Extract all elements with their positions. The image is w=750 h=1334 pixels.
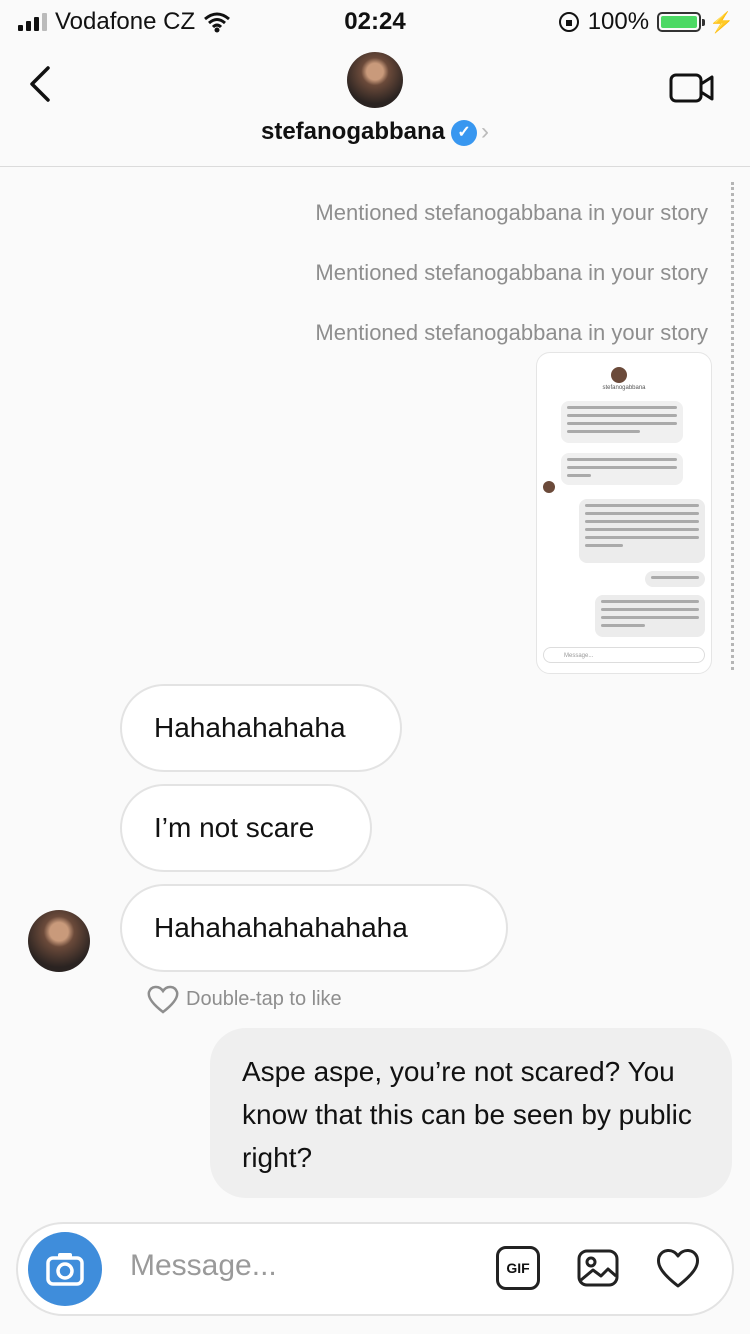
outgoing-message-bubble[interactable]: Aspe aspe, you’re not scared? You know t… xyxy=(210,1028,732,1198)
message-bubble[interactable]: Hahahahahahahaha xyxy=(120,884,508,972)
story-name: stefanogabbana xyxy=(602,385,646,391)
story-message xyxy=(561,401,683,443)
message-composer: GIF xyxy=(16,1222,734,1316)
story-mention: Mentioned stefanogabbana in your story xyxy=(315,200,708,225)
chat-header: stefanogabbana ✓ › xyxy=(0,44,750,167)
story-avatar xyxy=(611,367,627,383)
heart-icon[interactable] xyxy=(654,1244,702,1292)
avatar[interactable] xyxy=(347,52,403,108)
story-mention: Mentioned stefanogabbana in your story xyxy=(315,320,708,345)
gallery-icon[interactable] xyxy=(574,1244,622,1292)
story-avatar xyxy=(543,481,555,493)
story-message xyxy=(579,499,705,563)
chat-username[interactable]: stefanogabbana ✓ › xyxy=(0,118,750,146)
story-mention: Mentioned stefanogabbana in your story xyxy=(315,260,708,285)
video-call-icon[interactable] xyxy=(668,70,716,106)
status-bar: Vodafone CZ 02:24 100% ⚡ xyxy=(0,0,750,44)
avatar[interactable] xyxy=(28,910,90,972)
gif-button[interactable]: GIF xyxy=(496,1246,540,1290)
chevron-right-icon: › xyxy=(481,118,490,145)
verified-badge-icon: ✓ xyxy=(451,119,478,146)
story-composer: Message... xyxy=(543,647,705,663)
story-message xyxy=(561,453,683,485)
story-message xyxy=(595,595,705,637)
message-bubble[interactable]: Hahahahahaha xyxy=(120,684,402,772)
battery-percent: 100% xyxy=(587,8,650,35)
battery-icon xyxy=(657,12,706,32)
heart-outline-icon xyxy=(147,985,179,1014)
chevron-left-icon[interactable] xyxy=(22,62,62,106)
like-hint-label: Double-tap to like xyxy=(186,987,342,1010)
camera-button[interactable] xyxy=(28,1232,102,1306)
orientation-lock-icon xyxy=(558,12,579,32)
camera-icon xyxy=(46,1253,84,1286)
message-bubble[interactable]: I’m not scare xyxy=(120,784,372,872)
charging-icon: ⚡ xyxy=(709,11,734,34)
username-label: stefanogabbana xyxy=(260,118,446,145)
story-thread-dots xyxy=(731,182,734,670)
story-message xyxy=(645,571,705,587)
status-right: 100% ⚡ xyxy=(558,8,734,36)
double-tap-hint[interactable]: Double-tap to like xyxy=(146,984,342,1014)
message-input[interactable] xyxy=(128,1248,432,1284)
story-preview[interactable]: stefanogabbana Message... xyxy=(536,352,712,674)
